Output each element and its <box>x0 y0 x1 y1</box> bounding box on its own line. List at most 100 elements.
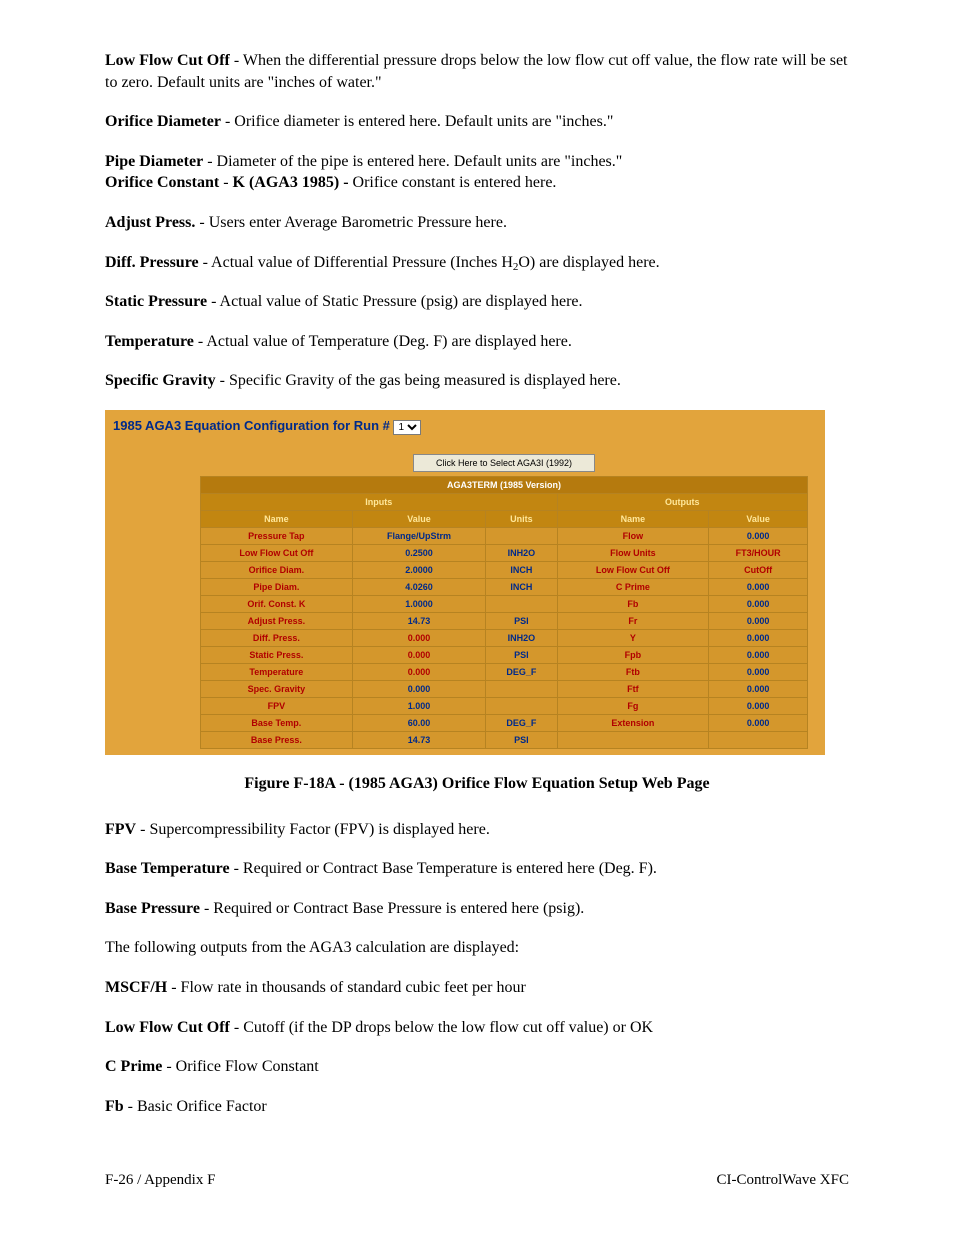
term-orifice-constant: Orifice Constant <box>105 174 219 191</box>
run-select[interactable]: 1 <box>393 420 421 435</box>
table-cell: CutOff <box>709 561 808 578</box>
table-cell <box>486 680 557 697</box>
footer-right: CI-ControlWave XFC <box>716 1172 849 1189</box>
figure-caption: Figure F-18A - (1985 AGA3) Orifice Flow … <box>105 773 849 795</box>
term: Orifice Diameter <box>105 113 221 130</box>
col-value-out: Value <box>709 510 808 527</box>
table-cell: 14.73 <box>352 612 485 629</box>
table-cell: 0.000 <box>709 697 808 714</box>
table-cell: Base Temp. <box>201 714 353 731</box>
table-cell: 0.2500 <box>352 544 485 561</box>
table-cell: Orifice Diam. <box>201 561 353 578</box>
table-cell: Spec. Gravity <box>201 680 353 697</box>
definition-text: - Required or Contract Base Temperature … <box>230 860 657 877</box>
table-cell: 0.000 <box>352 629 485 646</box>
text-orifice-constant: Orifice constant is entered here. <box>353 174 557 191</box>
definition-text: - Required or Contract Base Pressure is … <box>200 900 584 917</box>
definition-text: - Orifice diameter is entered here. Defa… <box>221 113 613 130</box>
table-cell: Extension <box>557 714 709 731</box>
table-cell: Ftf <box>557 680 709 697</box>
table-cell: Fg <box>557 697 709 714</box>
page-footer: F-26 / Appendix F CI-ControlWave XFC <box>105 1172 849 1189</box>
table-cell: 14.73 <box>352 731 485 748</box>
term: Static Pressure <box>105 293 207 310</box>
table-cell <box>709 731 808 748</box>
table-cell: Diff. Press. <box>201 629 353 646</box>
table-cell: PSI <box>486 731 557 748</box>
table-cell <box>557 731 709 748</box>
term-pipe-diameter: Pipe Diameter <box>105 153 203 170</box>
inputs-header: Inputs <box>201 493 558 510</box>
table-cell: Adjust Press. <box>201 612 353 629</box>
table-cell: 0.000 <box>709 680 808 697</box>
table-cell: 1.000 <box>352 697 485 714</box>
term: Adjust Press. <box>105 214 195 231</box>
table-cell: DEG_F <box>486 663 557 680</box>
term: Low Flow Cut Off <box>105 52 230 69</box>
table-cell: Fpb <box>557 646 709 663</box>
col-units: Units <box>486 510 557 527</box>
table-cell: Orif. Const. K <box>201 595 353 612</box>
table-cell: 4.0260 <box>352 578 485 595</box>
table-cell: INH2O <box>486 544 557 561</box>
table-cell: 1.0000 <box>352 595 485 612</box>
body-text: Low Flow Cut Off - When the differential… <box>105 50 849 392</box>
term: C Prime <box>105 1058 162 1075</box>
config-table: AGA3TERM (1985 Version) Inputs Outputs N… <box>200 476 808 749</box>
outputs-header: Outputs <box>557 493 807 510</box>
table-cell: 0.000 <box>709 612 808 629</box>
table-cell: DEG_F <box>486 714 557 731</box>
table-cell: PSI <box>486 646 557 663</box>
table-cell <box>486 527 557 544</box>
definition-text: - Specific Gravity of the gas being meas… <box>216 372 621 389</box>
table-cell: FPV <box>201 697 353 714</box>
definition-text: - Users enter Average Barometric Pressur… <box>195 214 507 231</box>
figure-title: 1985 AGA3 Equation Configuration for Run… <box>105 414 825 453</box>
table-cell: 0.000 <box>709 663 808 680</box>
table-cell: Y <box>557 629 709 646</box>
table-cell: 0.000 <box>709 578 808 595</box>
table-cell: 60.00 <box>352 714 485 731</box>
definition-text: - Orifice Flow Constant <box>162 1058 318 1075</box>
table-cell: FT3/HOUR <box>709 544 808 561</box>
select-aga3i-button[interactable]: Click Here to Select AGA3I (1992) <box>413 454 595 472</box>
table-cell: 2.0000 <box>352 561 485 578</box>
term: Low Flow Cut Off <box>105 1019 230 1036</box>
definition-text: - Cutoff (if the DP drops below the low … <box>230 1019 653 1036</box>
table-cell: Ftb <box>557 663 709 680</box>
table-cell: Temperature <box>201 663 353 680</box>
term-diff-pressure: Diff. Pressure <box>105 254 199 271</box>
table-cell: INH2O <box>486 629 557 646</box>
col-value: Value <box>352 510 485 527</box>
table-cell: 0.000 <box>352 663 485 680</box>
text-pipe-diameter: - Diameter of the pipe is entered here. … <box>203 153 622 170</box>
table-cell: Pressure Tap <box>201 527 353 544</box>
table-cell: 0.000 <box>709 629 808 646</box>
table-cell: 0.000 <box>352 680 485 697</box>
footer-left: F-26 / Appendix F <box>105 1172 215 1189</box>
version-header: AGA3TERM (1985 Version) <box>201 476 808 493</box>
definition-text: - Actual value of Static Pressure (psig)… <box>207 293 582 310</box>
term: Fb <box>105 1098 124 1115</box>
figure-screenshot: 1985 AGA3 Equation Configuration for Run… <box>105 410 825 755</box>
table-cell: Flow <box>557 527 709 544</box>
table-cell: 0.000 <box>352 646 485 663</box>
table-cell: Static Press. <box>201 646 353 663</box>
table-cell <box>486 595 557 612</box>
table-cell: INCH <box>486 561 557 578</box>
table-cell: Fr <box>557 612 709 629</box>
table-cell: INCH <box>486 578 557 595</box>
term: Temperature <box>105 333 194 350</box>
table-cell: Pipe Diam. <box>201 578 353 595</box>
definition-text: - Supercompressibility Factor (FPV) is d… <box>136 821 490 838</box>
term: Specific Gravity <box>105 372 216 389</box>
table-cell: Flow Units <box>557 544 709 561</box>
table-cell: PSI <box>486 612 557 629</box>
table-cell: 0.000 <box>709 646 808 663</box>
table-cell: 0.000 <box>709 714 808 731</box>
outro-text: The following outputs from the AGA3 calc… <box>105 937 849 959</box>
table-cell <box>486 697 557 714</box>
table-cell: Fb <box>557 595 709 612</box>
term: FPV <box>105 821 136 838</box>
col-name: Name <box>201 510 353 527</box>
